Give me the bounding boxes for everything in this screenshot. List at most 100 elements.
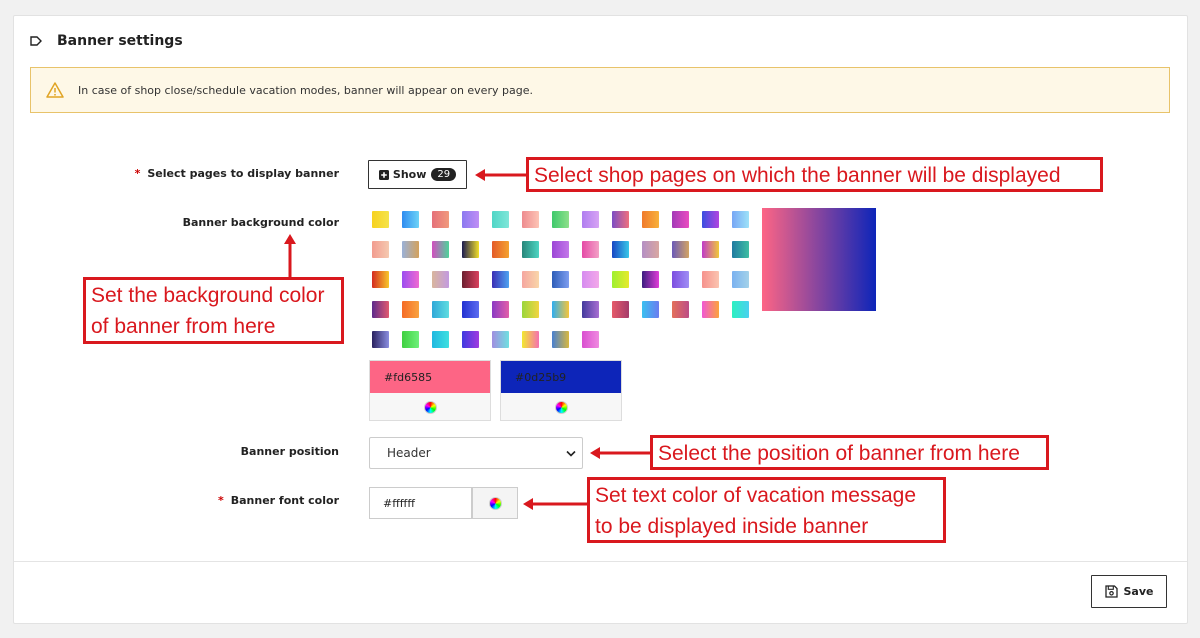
info-alert: In case of shop close/schedule vacation …: [30, 67, 1170, 113]
pages-count-badge: 29: [431, 168, 457, 181]
gradient-swatch[interactable]: [582, 271, 599, 288]
font-color-wheel-button[interactable]: [472, 487, 518, 519]
section-header: Banner settings: [29, 33, 183, 49]
annotation-arrow-position: [590, 447, 651, 459]
gradient-swatch[interactable]: [642, 271, 659, 288]
gradient-swatch[interactable]: [552, 211, 569, 228]
gradient-swatch[interactable]: [642, 301, 659, 318]
gradient-swatch[interactable]: [432, 331, 449, 348]
gradient-swatch[interactable]: [672, 271, 689, 288]
gradient-swatch[interactable]: [492, 211, 509, 228]
start-color-wheel-button[interactable]: [370, 393, 490, 422]
gradient-swatch[interactable]: [432, 271, 449, 288]
gradient-swatch[interactable]: [522, 211, 539, 228]
gradient-swatch[interactable]: [552, 331, 569, 348]
gradient-swatch[interactable]: [582, 331, 599, 348]
color-wheel-icon: [554, 401, 568, 414]
required-marker: *: [134, 167, 141, 180]
annotation-arrow-background: [284, 234, 296, 277]
gradient-swatch[interactable]: [672, 211, 689, 228]
plus-square-icon: [378, 169, 389, 180]
alert-text: In case of shop close/schedule vacation …: [78, 83, 533, 97]
save-label: Save: [1123, 585, 1154, 598]
gradient-preview: [762, 208, 876, 311]
gradient-swatch[interactable]: [702, 211, 719, 228]
gradient-swatch[interactable]: [732, 241, 749, 258]
show-pages-button[interactable]: Show 29: [368, 160, 467, 189]
gradient-swatch[interactable]: [672, 241, 689, 258]
gradient-swatch[interactable]: [462, 271, 479, 288]
save-button[interactable]: Save: [1091, 575, 1167, 608]
annotation-position: Select the position of banner from here: [650, 435, 1049, 470]
gradient-swatch[interactable]: [492, 331, 509, 348]
gradient-swatch[interactable]: [372, 301, 389, 318]
gradient-swatch[interactable]: [612, 211, 629, 228]
footer-divider: [14, 561, 1187, 562]
end-color-value[interactable]: #0d25b9: [501, 361, 621, 393]
gradient-swatch[interactable]: [372, 211, 389, 228]
position-select[interactable]: Header: [369, 437, 583, 469]
gradient-swatch[interactable]: [462, 301, 479, 318]
gradient-swatch[interactable]: [612, 271, 629, 288]
start-color-value[interactable]: #fd6585: [370, 361, 490, 393]
gradient-swatch[interactable]: [702, 241, 719, 258]
gradient-swatch[interactable]: [432, 211, 449, 228]
font-color-input[interactable]: #ffffff: [369, 487, 472, 519]
show-button-label: Show: [392, 168, 427, 181]
warning-icon: [46, 82, 64, 98]
gradient-swatch[interactable]: [402, 271, 419, 288]
gradient-swatch[interactable]: [372, 241, 389, 258]
gradient-swatch[interactable]: [432, 241, 449, 258]
gradient-swatch[interactable]: [552, 241, 569, 258]
gradient-swatch[interactable]: [702, 271, 719, 288]
gradient-swatch[interactable]: [462, 241, 479, 258]
chevron-down-icon: [566, 450, 576, 457]
position-selected-value: Header: [387, 446, 431, 460]
gradient-swatch[interactable]: [372, 271, 389, 288]
gradient-swatch[interactable]: [372, 331, 389, 348]
gradient-swatch[interactable]: [522, 271, 539, 288]
gradient-swatch[interactable]: [462, 211, 479, 228]
gradient-swatch[interactable]: [732, 301, 749, 318]
gradient-swatch[interactable]: [402, 331, 419, 348]
gradient-swatch[interactable]: [582, 211, 599, 228]
gradient-swatch[interactable]: [522, 241, 539, 258]
gradient-swatch[interactable]: [432, 301, 449, 318]
gradient-swatch[interactable]: [492, 241, 509, 258]
background-color-label: Banner background color: [182, 216, 339, 229]
gradient-swatch[interactable]: [582, 241, 599, 258]
gradient-swatch[interactable]: [582, 301, 599, 318]
gradient-swatch[interactable]: [702, 301, 719, 318]
gradient-swatch[interactable]: [402, 211, 419, 228]
gradient-swatch[interactable]: [552, 301, 569, 318]
start-color-picker[interactable]: #fd6585: [369, 360, 491, 421]
gradient-swatch[interactable]: [522, 301, 539, 318]
pages-label: * Select pages to display banner: [134, 167, 339, 180]
gradient-swatch[interactable]: [552, 271, 569, 288]
gradient-swatch[interactable]: [462, 331, 479, 348]
tag-icon: [30, 36, 42, 46]
end-color-wheel-button[interactable]: [501, 393, 621, 422]
required-marker: *: [217, 494, 224, 507]
gradient-swatch[interactable]: [492, 301, 509, 318]
gradient-swatch[interactable]: [492, 271, 509, 288]
gradient-swatch[interactable]: [522, 331, 539, 348]
gradient-swatch[interactable]: [642, 241, 659, 258]
gradient-swatch[interactable]: [642, 211, 659, 228]
gradient-swatch[interactable]: [612, 301, 629, 318]
color-wheel-icon: [423, 401, 437, 414]
gradient-swatch[interactable]: [402, 241, 419, 258]
gradient-swatch[interactable]: [612, 241, 629, 258]
font-color-label: * Banner font color: [217, 494, 339, 507]
gradient-swatch[interactable]: [732, 271, 749, 288]
save-icon: [1104, 585, 1118, 598]
gradient-swatch[interactable]: [672, 301, 689, 318]
end-color-picker[interactable]: #0d25b9: [500, 360, 622, 421]
section-title: Banner settings: [57, 33, 183, 49]
annotation-font-color: Set text color of vacation message to be…: [587, 477, 946, 543]
annotation-pages: Select shop pages on which the banner wi…: [526, 157, 1103, 192]
gradient-swatch[interactable]: [402, 301, 419, 318]
position-label: Banner position: [240, 445, 339, 458]
annotation-background: Set the background color of banner from …: [83, 277, 344, 344]
gradient-swatch[interactable]: [732, 211, 749, 228]
